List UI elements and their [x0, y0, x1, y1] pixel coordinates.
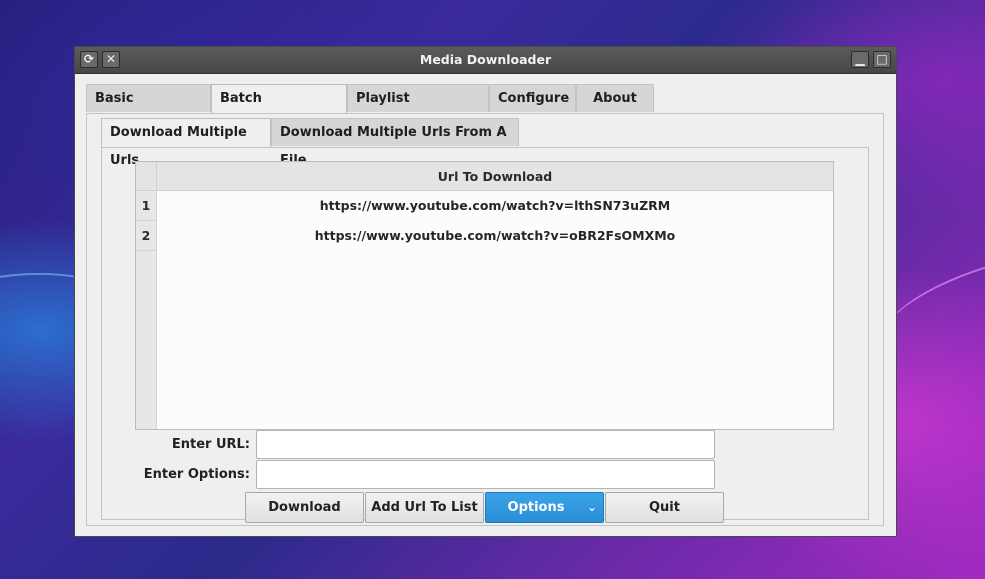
titlebar[interactable]: ⟳ ✕ Media Downloader ▁ □	[75, 47, 896, 74]
batch-downloader-panel: Download Multiple Urls Download Multiple…	[86, 113, 884, 526]
multiple-urls-panel: Url To Download 1 https://www.youtube.co…	[101, 147, 869, 523]
tab-basic-downloader[interactable]: Basic Downloader	[86, 84, 211, 134]
tab-download-multiple-urls[interactable]: Download Multiple Urls	[101, 118, 271, 168]
options-input[interactable]	[256, 460, 715, 489]
tab-about[interactable]: About	[576, 84, 654, 112]
enter-url-label: Enter URL:	[171, 437, 250, 452]
row-number[interactable]: 2	[136, 221, 156, 251]
row-number[interactable]: 1	[136, 191, 156, 221]
maximize-icon[interactable]: □	[873, 51, 891, 68]
url-table[interactable]: Url To Download 1 https://www.youtube.co…	[135, 161, 834, 430]
options-button-label: Options	[507, 500, 565, 515]
tab-download-from-file[interactable]: Download Multiple Urls From A File	[271, 118, 519, 168]
enter-options-label: Enter Options:	[143, 467, 250, 482]
window-title: Media Downloader	[419, 52, 552, 67]
table-row[interactable]: https://www.youtube.com/watch?v=lthSN73u…	[157, 191, 833, 221]
quit-button[interactable]: Quit	[605, 492, 724, 523]
download-button[interactable]: Download	[245, 492, 364, 523]
tab-batch-downloader[interactable]: Batch Downloader	[211, 84, 347, 134]
main-tabbar: Basic Downloader Batch Downloader Playli…	[86, 84, 654, 134]
table-row[interactable]: https://www.youtube.com/watch?v=oBR2FsOM…	[157, 221, 833, 251]
tab-playlist-downloader[interactable]: Playlist Downloader	[347, 84, 489, 134]
sub-tabbar: Download Multiple Urls Download Multiple…	[101, 118, 519, 168]
chevron-down-icon[interactable]: ⌄	[587, 493, 597, 522]
options-button[interactable]: Options ⌄	[485, 492, 604, 523]
add-url-button[interactable]: Add Url To List	[365, 492, 484, 523]
table-corner	[136, 162, 157, 191]
url-input[interactable]	[256, 430, 715, 459]
column-header-url[interactable]: Url To Download	[157, 162, 833, 191]
minimize-icon[interactable]: ▁	[851, 51, 869, 68]
app-window: ⟳ ✕ Media Downloader ▁ □ Basic Downloade…	[74, 46, 897, 537]
tab-configure[interactable]: Configure	[489, 84, 576, 112]
